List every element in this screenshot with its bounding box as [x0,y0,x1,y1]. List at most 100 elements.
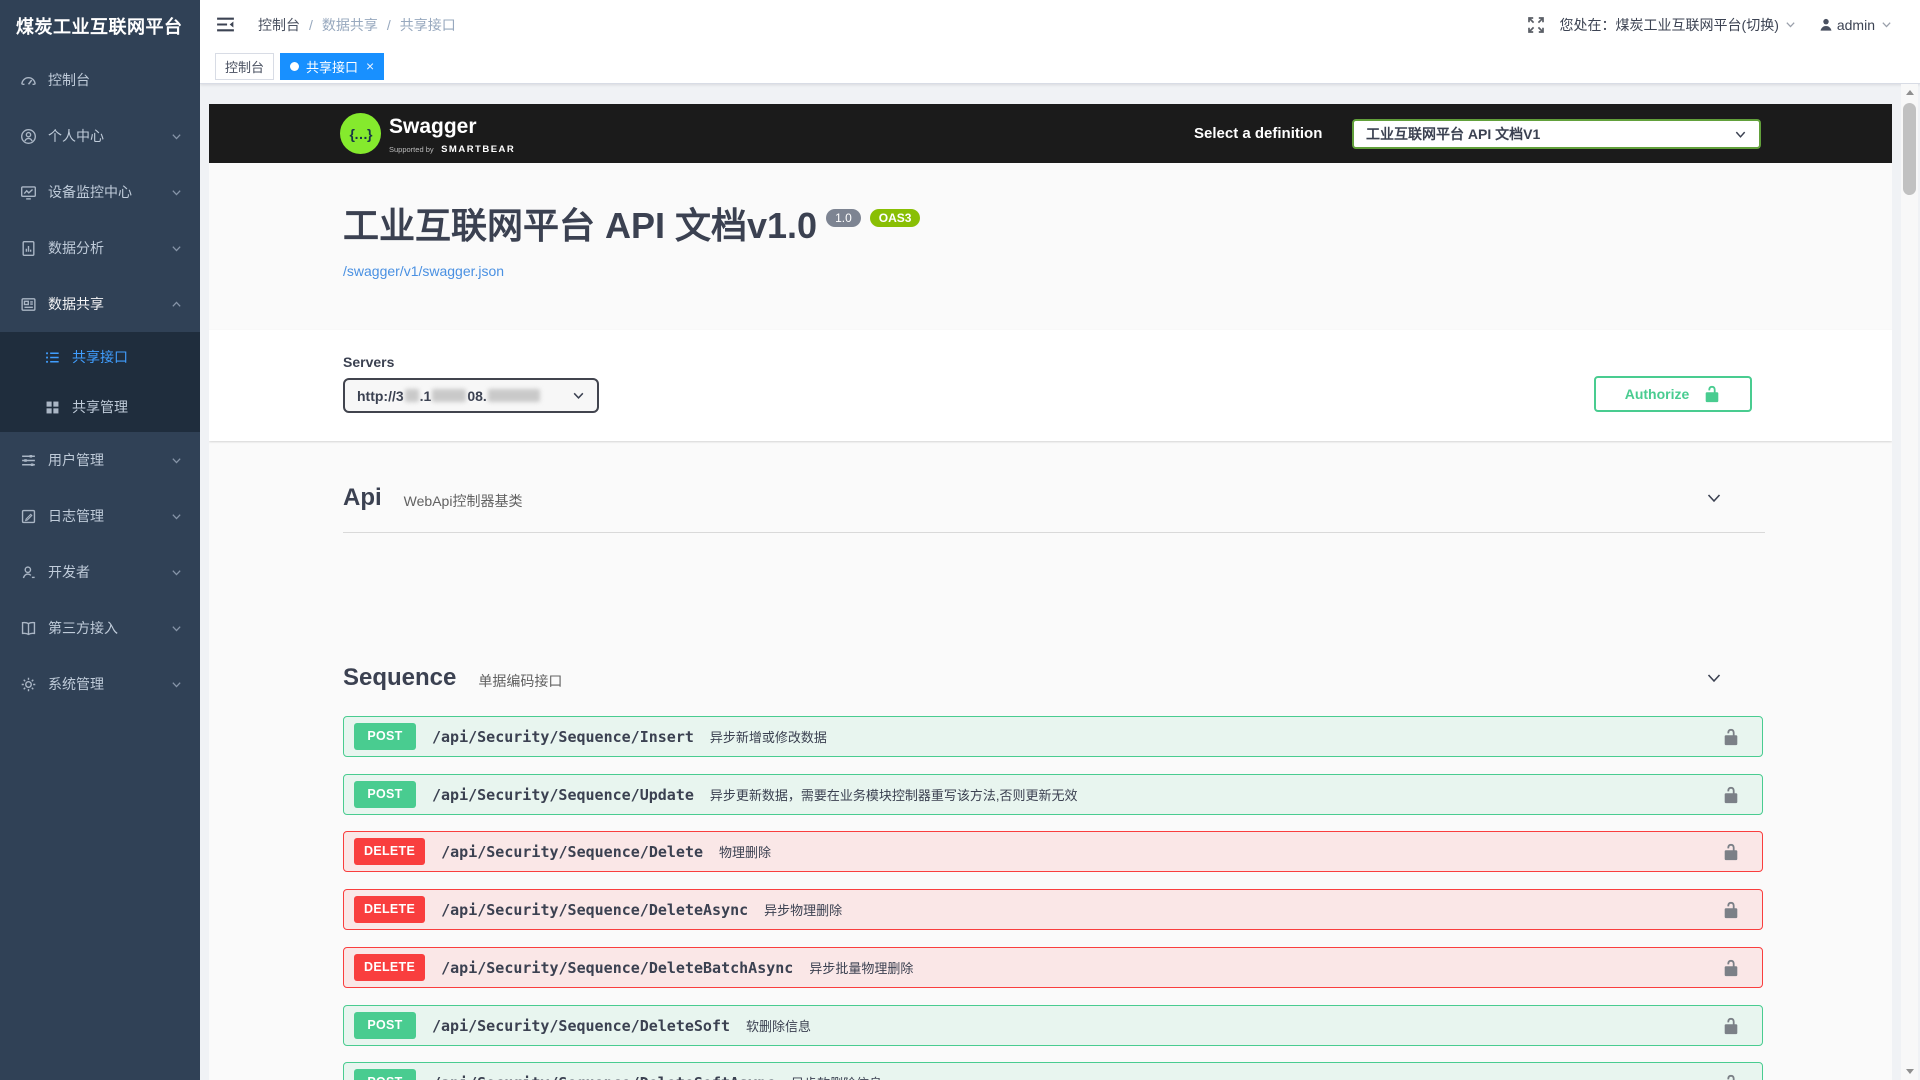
unlock-icon[interactable] [1722,901,1740,919]
breadcrumb-separator: / [309,17,313,33]
definition-select[interactable]: 工业互联网平台 API 文档V1 [1352,119,1761,149]
book-icon [20,620,37,637]
chevron-down-icon [171,187,182,198]
location-text: 您处在：煤炭工业互联网平台(切换) [1560,15,1779,35]
unlock-icon[interactable] [1722,1017,1740,1035]
authorize-label: Authorize [1625,386,1690,402]
endpoint-path: /api/Security/Sequence/DeleteSoftAsync [432,1074,775,1080]
sidebar-submenu-data-share: 共享接口共享管理 [0,332,200,432]
api-doc-title: 工业互联网平台 API 文档v1.0 [343,205,817,247]
unlock-icon[interactable] [1722,843,1740,861]
tags-bar: 控制台 共享接口 × [200,49,1920,84]
oas-badge: OAS3 [870,209,921,227]
section-expand-chevron-icon[interactable] [1703,667,1725,689]
breadcrumb-item[interactable]: 控制台 [258,15,300,35]
method-badge: POST [354,1012,416,1039]
endpoint-row[interactable]: POST/api/Security/Sequence/Update异步更新数据，… [343,774,1763,815]
breadcrumb-item[interactable]: 数据共享 [322,15,378,35]
endpoint-description: 异步物理删除 [764,900,842,919]
sidebar-item-label: 开发者 [48,562,90,582]
sidebar-item-personal-center[interactable]: 个人中心 [0,108,200,164]
sidebar: 煤炭工业互联网平台 控制台个人中心设备监控中心数据分析数据共享共享接口共享管理用… [0,0,200,1080]
endpoint-path: /api/Security/Sequence/Update [432,786,694,804]
sidebar-item-share-api[interactable]: 共享接口 [0,332,200,382]
sidebar-item-system-manage[interactable]: 系统管理 [0,656,200,712]
endpoint-path: /api/Security/Sequence/DeleteSoft [432,1017,730,1035]
servers-label: Servers [343,354,394,370]
endpoint-path: /api/Security/Sequence/DeleteBatchAsync [441,959,793,977]
section-header-sequence[interactable]: Sequence单据编码接口 [343,658,1765,698]
spec-json-link[interactable]: /swagger/v1/swagger.json [343,263,504,279]
endpoint-path: /api/Security/Sequence/Delete [441,843,703,861]
server-url-redacted [432,389,466,402]
section-divider [343,532,1765,533]
breadcrumb: 控制台/数据共享/共享接口 [258,0,456,49]
sidebar-item-label: 系统管理 [48,674,104,694]
breadcrumb-item[interactable]: 共享接口 [400,15,456,35]
chevron-down-icon [171,567,182,578]
sidebar-item-label: 数据共享 [48,294,104,314]
sidebar-item-console[interactable]: 控制台 [0,52,200,108]
vertical-scrollbar[interactable] [1901,84,1918,1080]
sidebar-item-device-monitor-center[interactable]: 设备监控中心 [0,164,200,220]
sidebar-item-label: 控制台 [48,70,90,90]
sidebar-item-user-manage[interactable]: 用户管理 [0,432,200,488]
app-screen: 煤炭工业互联网平台 控制台个人中心设备监控中心数据分析数据共享共享接口共享管理用… [0,0,1920,1080]
unlock-icon[interactable] [1722,1074,1740,1080]
chevron-down-icon [171,455,182,466]
servers-select[interactable]: http://3.108. [343,378,599,413]
sidebar-item-data-analysis[interactable]: 数据分析 [0,220,200,276]
sidebar-item-log-manage[interactable]: 日志管理 [0,488,200,544]
fullscreen-icon[interactable] [1526,15,1546,35]
sliders-icon [20,452,37,469]
chevron-down-icon [171,131,182,142]
section-expand-chevron-icon[interactable] [1703,487,1725,509]
authorize-button[interactable]: Authorize [1594,376,1752,412]
endpoint-path: /api/Security/Sequence/DeleteAsync [441,901,748,919]
chevron-down-icon [1734,128,1747,141]
dashboard-icon [20,72,37,89]
supported-by-text: Supported by [389,145,434,154]
sidebar-item-share-manage[interactable]: 共享管理 [0,382,200,432]
chevron-down-icon [171,243,182,254]
sidebar-item-developer[interactable]: 开发者 [0,544,200,600]
scrollbar-thumb[interactable] [1903,103,1916,195]
endpoint-row[interactable]: POST/api/Security/Sequence/Insert异步新增或修改… [343,716,1763,757]
endpoint-description: 异步更新数据，需要在业务模块控制器重写该方法,否则更新无效 [710,785,1078,804]
sidebar-menu: 控制台个人中心设备监控中心数据分析数据共享共享接口共享管理用户管理日志管理开发者… [0,52,200,712]
sidebar-item-data-share[interactable]: 数据共享 [0,276,200,332]
endpoint-row[interactable]: DELETE/api/Security/Sequence/DeleteBatch… [343,947,1763,988]
analysis-icon [20,240,37,257]
endpoint-description: 物理删除 [719,842,771,861]
unlock-icon[interactable] [1722,786,1740,804]
tab-共享接口[interactable]: 共享接口 × [280,53,384,80]
scroll-down-arrow[interactable] [1901,1063,1918,1080]
sidebar-item-label: 设备监控中心 [48,182,132,202]
username: admin [1837,17,1875,33]
sidebar-item-label: 数据分析 [48,238,104,258]
endpoint-row[interactable]: POST/api/Security/Sequence/DeleteSoftAsy… [343,1062,1763,1080]
endpoint-row[interactable]: POST/api/Security/Sequence/DeleteSoft软删除… [343,1005,1763,1046]
sidebar-toggle-icon[interactable] [215,14,236,35]
tab-label: 共享接口 [306,57,358,76]
list-icon [44,349,61,366]
user-menu[interactable]: admin [1818,17,1892,33]
sidebar-item-label: 共享管理 [72,397,128,417]
section-name: Sequence [343,664,456,692]
unlock-icon[interactable] [1722,959,1740,977]
endpoint-description: 异步批量物理删除 [809,958,913,977]
scroll-up-arrow[interactable] [1901,84,1918,101]
section-name: Api [343,484,382,512]
api-info-section: 工业互联网平台 API 文档v1.0 1.0 OAS3 /swagger/v1/… [209,163,1892,330]
tab-控制台[interactable]: 控制台 [215,53,274,80]
platform-switcher[interactable]: 您处在：煤炭工业互联网平台(切换) [1560,15,1796,35]
section-header-api[interactable]: ApiWebApi控制器基类 [343,478,1765,518]
method-badge: DELETE [354,838,425,865]
endpoint-row[interactable]: DELETE/api/Security/Sequence/Delete 物理删除 [343,831,1763,872]
server-url-text: .1 [420,388,432,404]
swagger-logo: {…} Swagger Supported by SMARTBEAR [340,113,515,157]
sidebar-item-third-party[interactable]: 第三方接入 [0,600,200,656]
unlock-icon[interactable] [1722,728,1740,746]
endpoint-row[interactable]: DELETE/api/Security/Sequence/DeleteAsync… [343,889,1763,930]
tab-close-icon[interactable]: × [366,59,374,73]
